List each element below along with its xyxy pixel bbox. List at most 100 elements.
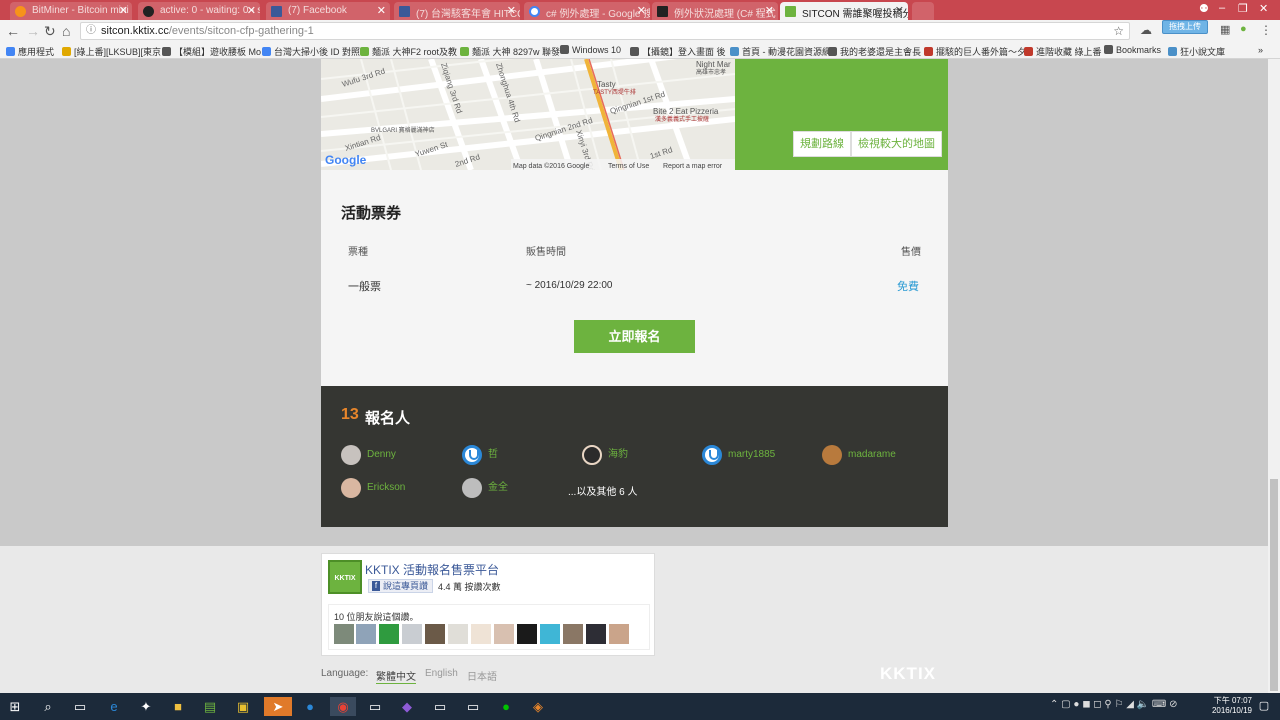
bookmark-item[interactable]: 我的老婆還是主會長 bbox=[828, 45, 921, 58]
friend-avatar[interactable] bbox=[609, 624, 629, 644]
facebook-page-name[interactable]: KKTIX 活動報名售票平台 bbox=[365, 561, 499, 578]
attendee-item[interactable]: 海豹 bbox=[582, 445, 628, 465]
friend-avatar[interactable] bbox=[586, 624, 606, 644]
browser-tab[interactable]: (7) 台灣駭客年會 HITCO ✕ bbox=[394, 2, 520, 20]
friend-avatar[interactable] bbox=[379, 624, 399, 644]
attendee-item[interactable]: Erickson bbox=[341, 478, 405, 498]
app-icon[interactable]: ✦ bbox=[136, 697, 156, 716]
chrome-icon[interactable]: ◉ bbox=[330, 697, 356, 716]
attendee-item[interactable]: madarame bbox=[822, 445, 896, 465]
new-tab-button[interactable] bbox=[912, 2, 934, 20]
bookmark-item[interactable]: Bookmarks bbox=[1104, 45, 1161, 55]
close-tab-icon[interactable]: ✕ bbox=[119, 4, 128, 17]
extension-icon[interactable]: ▦ bbox=[1220, 23, 1230, 36]
edge-icon[interactable]: e bbox=[104, 697, 124, 716]
friend-avatar[interactable] bbox=[471, 624, 491, 644]
close-tab-icon[interactable]: ✕ bbox=[507, 4, 516, 17]
bookmark-item[interactable]: 【模組】遊收腰板 Mo bbox=[162, 45, 261, 58]
event-map[interactable]: Wufu 3rd Rd Ziqiang 3rd Rd Zhonghua 4th … bbox=[321, 59, 735, 170]
restore-icon[interactable]: ❐ bbox=[1238, 2, 1248, 15]
browser-tab[interactable]: (7) Facebook ✕ bbox=[266, 2, 390, 20]
bookmark-item[interactable]: 【攝鏡】登入畫面 後 bbox=[630, 45, 726, 58]
home-icon[interactable]: ⌂ bbox=[62, 23, 70, 39]
bookmark-item[interactable]: Windows 10 bbox=[560, 45, 621, 55]
app-icon[interactable]: ▤ bbox=[200, 697, 220, 716]
task-view-icon[interactable]: ▭ bbox=[70, 697, 90, 716]
friend-avatar[interactable] bbox=[563, 624, 583, 644]
attendee-item[interactable]: marty1885 bbox=[702, 445, 775, 465]
attendee-item[interactable]: 金全 bbox=[462, 478, 508, 498]
close-tab-icon[interactable]: ✕ bbox=[247, 4, 256, 17]
reload-icon[interactable]: ↻ bbox=[44, 23, 56, 40]
friend-avatar[interactable] bbox=[334, 624, 354, 644]
file-explorer-icon[interactable]: ■ bbox=[168, 697, 188, 716]
friend-avatar[interactable] bbox=[402, 624, 422, 644]
map-terms-link[interactable]: Terms of Use bbox=[608, 163, 649, 170]
map-report-link[interactable]: Report a map error bbox=[663, 163, 723, 170]
register-button[interactable]: 立即報名 bbox=[574, 320, 695, 353]
windows-start-icon[interactable]: ⊞ bbox=[5, 697, 25, 716]
browser-tab[interactable]: 例外狀況處理 (C# 程式 ✕ bbox=[652, 2, 778, 20]
browser-tab[interactable]: BitMiner - Bitcoin mini ✕ bbox=[10, 2, 132, 20]
kktix-logo[interactable]: KKTIX bbox=[328, 560, 362, 594]
more-bookmarks-icon[interactable]: » bbox=[1258, 45, 1263, 55]
attendee-item[interactable]: Denny bbox=[341, 445, 396, 465]
language-option-en[interactable]: English bbox=[425, 668, 458, 679]
app-icon[interactable]: ▭ bbox=[365, 697, 385, 716]
app-icon[interactable]: ◈ bbox=[528, 697, 548, 716]
telegram-icon[interactable]: ➤ bbox=[264, 697, 292, 716]
app-icon[interactable]: ▭ bbox=[430, 697, 450, 716]
close-window-icon[interactable]: ✕ bbox=[1259, 2, 1268, 15]
bookmark-item[interactable]: 應用程式 bbox=[6, 45, 54, 58]
minimize-icon[interactable]: – bbox=[1219, 2, 1225, 14]
friend-avatar[interactable] bbox=[448, 624, 468, 644]
bookmark-item[interactable]: 狂小說文庫 bbox=[1168, 45, 1225, 58]
profile-icon[interactable]: ⚉ bbox=[1199, 2, 1209, 15]
app-icon[interactable]: ▣ bbox=[233, 697, 253, 716]
friend-avatar[interactable] bbox=[494, 624, 514, 644]
extension-icon[interactable]: ☁ bbox=[1140, 23, 1152, 37]
menu-icon[interactable]: ⋮ bbox=[1260, 23, 1272, 37]
star-icon[interactable]: ☆ bbox=[1113, 23, 1124, 39]
language-option-ja[interactable]: 日本語 bbox=[467, 668, 497, 683]
bookmark-item[interactable]: [綠上番][LKSUB][東京 bbox=[62, 45, 161, 58]
friend-avatar[interactable] bbox=[540, 624, 560, 644]
close-tab-icon[interactable]: ✕ bbox=[895, 4, 904, 17]
bookmark-item[interactable]: 首頁 - 動漫花園資源網 bbox=[730, 45, 831, 58]
visual-studio-icon[interactable]: ◆ bbox=[397, 697, 417, 716]
scrollbar-thumb[interactable] bbox=[1270, 479, 1278, 691]
close-tab-icon[interactable]: ✕ bbox=[765, 4, 774, 17]
search-icon[interactable]: ⌕ bbox=[38, 697, 58, 716]
clock[interactable]: 下午 07:07 2016/10/19 bbox=[1212, 696, 1252, 716]
info-icon[interactable]: ⓘ bbox=[86, 23, 96, 39]
larger-map-button[interactable]: 檢視較大的地圖 bbox=[851, 131, 942, 157]
app-icon[interactable]: ▭ bbox=[463, 697, 483, 716]
bookmark-item[interactable]: 麵派 大神F2 root及教 bbox=[360, 45, 457, 58]
url-input[interactable]: ⓘ sitcon.kktix.cc/events/sitcon-cfp-gath… bbox=[80, 22, 1130, 40]
browser-tab[interactable]: c# 例外處理 - Google 搜 ✕ bbox=[524, 2, 650, 20]
page-scrollbar[interactable] bbox=[1268, 59, 1280, 693]
browser-tab-active[interactable]: SITCON 需誰聚喔投稿分 ✕ bbox=[780, 2, 908, 20]
bookmark-item[interactable]: 麵派 大神 8297w 聯發 bbox=[460, 45, 560, 58]
upload-badge[interactable]: 拖拽上传 bbox=[1162, 20, 1208, 34]
bookmark-item[interactable]: 進階收藏 綠上番 bbox=[1024, 45, 1102, 58]
evernote-icon[interactable]: ● bbox=[1240, 23, 1247, 35]
close-tab-icon[interactable]: ✕ bbox=[637, 4, 646, 17]
facebook-like-button[interactable]: 說這專頁讚 bbox=[368, 579, 434, 593]
back-icon[interactable]: ← bbox=[6, 23, 20, 39]
line-icon[interactable]: ● bbox=[496, 697, 516, 716]
attendee-item[interactable]: 哲 bbox=[462, 445, 498, 465]
app-icon[interactable]: ● bbox=[300, 697, 320, 716]
notifications-icon[interactable]: ▢ bbox=[1254, 697, 1274, 716]
close-tab-icon[interactable]: ✕ bbox=[377, 4, 386, 17]
kktix-footer-logo[interactable]: KKTIX bbox=[880, 664, 936, 684]
language-option-zh-tw[interactable]: 繁體中文 bbox=[376, 668, 416, 684]
bookmark-item[interactable]: 擺駭的巨人番外篇～夕 bbox=[924, 45, 1026, 58]
friend-avatar[interactable] bbox=[517, 624, 537, 644]
route-button[interactable]: 規劃路線 bbox=[793, 131, 851, 157]
forward-icon[interactable]: → bbox=[26, 23, 40, 39]
friend-avatar[interactable] bbox=[356, 624, 376, 644]
bookmark-item[interactable]: 台灣大掃小後 ID 對照 bbox=[262, 45, 360, 58]
system-tray-icons[interactable]: ⌃ ▢ ● ◼ ◻ ⚲ ⚐ ◢ 🔈 ⌨ ⊘ bbox=[1050, 699, 1178, 710]
friend-avatar[interactable] bbox=[425, 624, 445, 644]
